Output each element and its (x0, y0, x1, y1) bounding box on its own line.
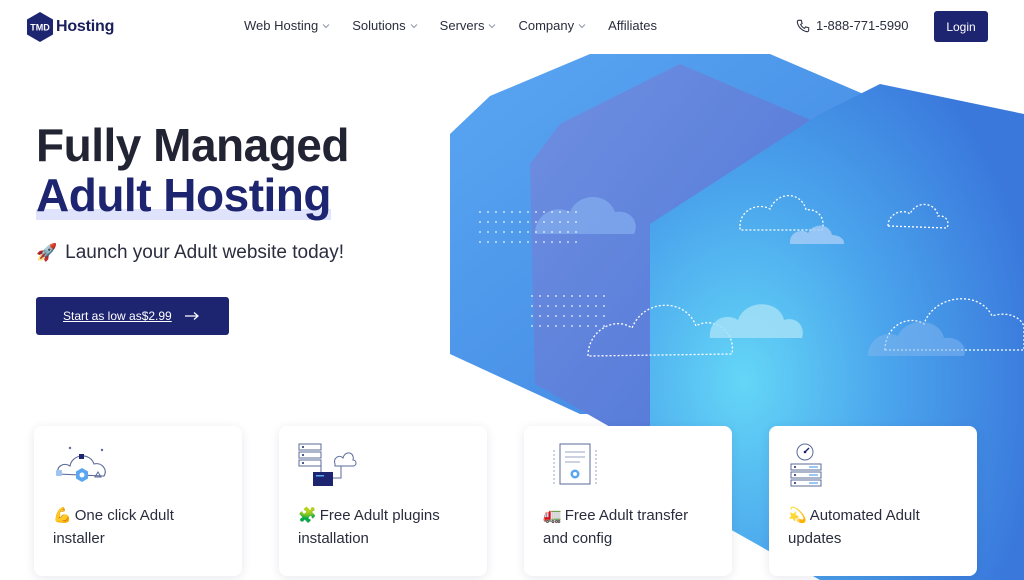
logo-text: Hosting (56, 18, 115, 35)
feature-label: 💫 Automated Adult updates (788, 507, 920, 547)
dizzy-icon: 💫 (788, 507, 807, 524)
nav-solutions[interactable]: Solutions (352, 18, 418, 33)
brand-logo[interactable]: TMD Hosting (24, 11, 114, 43)
flexed-arm-icon: 💪 (53, 507, 72, 524)
rocket-icon: 🚀 (36, 243, 58, 262)
nav-label: Affiliates (608, 18, 658, 33)
phone-link[interactable]: 1-888-771-5990 (796, 18, 909, 33)
nav-label: Solutions (352, 18, 406, 33)
cloud-network-icon (56, 446, 106, 482)
nav-servers[interactable]: Servers (440, 18, 497, 33)
server-monitor-icon (298, 443, 357, 486)
feature-card-installer[interactable]: 💪 One click Adult installer (34, 426, 242, 576)
nav-label: Web Hosting (244, 18, 319, 33)
tagline-text: Launch your Adult website today! (65, 242, 345, 263)
feature-card-plugins[interactable]: 🧩 Free Adult plugins installation (279, 426, 487, 576)
hero-title: Fully Managed Adult Hosting (36, 120, 349, 220)
feature-card-updates[interactable]: 💫 Automated Adult updates (769, 426, 977, 576)
server-gauge-icon (790, 443, 822, 487)
feature-label: 💪 One click Adult installer (53, 507, 174, 547)
cta-label: Start as low as$2.99 (63, 309, 172, 323)
truck-icon: 🚛 (543, 507, 562, 524)
hero-tagline: 🚀 Launch your Adult website today! (36, 242, 344, 264)
hero-title-line1: Fully Managed (36, 119, 349, 171)
feature-label: 🚛 Free Adult transfer and config (543, 507, 689, 547)
nav-company[interactable]: Company (518, 18, 586, 33)
puzzle-piece-icon: 🧩 (298, 507, 317, 524)
svg-text:TMD: TMD (30, 23, 50, 33)
start-pricing-button[interactable]: Start as low as$2.99 (36, 297, 229, 335)
arrow-right-icon (184, 312, 199, 320)
phone-icon (796, 19, 810, 32)
main-nav: Web Hosting Solutions Servers Company Af… (244, 18, 679, 33)
nav-web-hosting[interactable]: Web Hosting (244, 18, 330, 33)
site-header: TMD Hosting Web Hosting Solutions Server… (0, 0, 1024, 54)
certificate-document-icon (553, 443, 597, 485)
chevron-down-icon (410, 23, 418, 28)
logo-hexagon-icon: TMD (27, 12, 53, 42)
chevron-down-icon (578, 23, 586, 28)
chevron-down-icon (322, 23, 330, 28)
chevron-down-icon (489, 23, 496, 28)
nav-label: Servers (439, 18, 485, 33)
hero-title-line2: Adult Hosting (36, 169, 332, 221)
feature-label: 🧩 Free Adult plugins installation (298, 507, 440, 547)
login-button[interactable]: Login (934, 11, 988, 42)
feature-card-transfer[interactable]: 🚛 Free Adult transfer and config (524, 426, 732, 576)
nav-affiliates[interactable]: Affiliates (608, 18, 657, 33)
nav-label: Company (518, 18, 575, 33)
phone-number: 1-888-771-5990 (816, 18, 909, 33)
